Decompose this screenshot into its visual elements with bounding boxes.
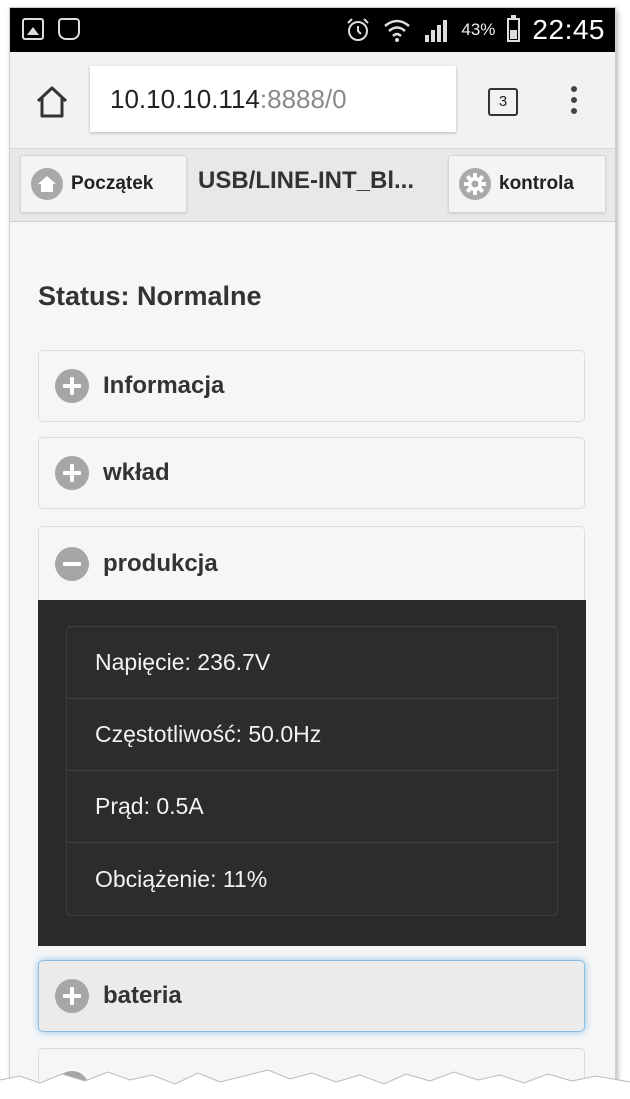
- address-bar[interactable]: 10.10.10.114:8888/0: [90, 66, 456, 132]
- battery-icon: [507, 15, 521, 42]
- notification-icons: [22, 18, 80, 40]
- output-load: Obciążenie: 11%: [95, 865, 268, 892]
- home-button-label: Początek: [71, 173, 154, 194]
- output-voltage: Napięcie: 236.7V: [67, 627, 557, 699]
- section-battery-label: bateria: [103, 982, 182, 1009]
- browser-toolbar: 10.10.10.114:8888/0 3: [10, 52, 615, 149]
- page-title: USB/LINE-INT_Bl...: [198, 167, 415, 194]
- plus-icon: [55, 456, 89, 490]
- browser-menu-icon[interactable]: [565, 86, 583, 118]
- home-button[interactable]: Początek: [20, 155, 187, 213]
- output-frequency: Częstotliwość: 50.0Hz: [67, 699, 557, 771]
- minus-icon: [55, 546, 89, 581]
- section-battery[interactable]: bateria: [38, 960, 585, 1032]
- browser-home-icon[interactable]: [32, 82, 72, 122]
- url-port-path: :8888/0: [259, 83, 347, 114]
- section-info-label: Informacja: [103, 372, 225, 399]
- torn-edge-decoration: [0, 1069, 630, 1099]
- clock: 22:45: [532, 14, 605, 45]
- output-panel: Napięcie: 236.7V Częstotliwość: 50.0Hz P…: [38, 600, 586, 946]
- section-input-label: wkład: [103, 459, 170, 486]
- section-output[interactable]: produkcja: [38, 526, 585, 600]
- section-output-label: produkcja: [103, 549, 218, 577]
- control-button-label: kontrola: [499, 173, 574, 194]
- gallery-notification-icon: [22, 18, 44, 40]
- plus-icon: [55, 979, 89, 1013]
- status-heading: Status: Normalne: [38, 281, 262, 311]
- alarm-icon: [347, 18, 370, 41]
- output-list: Napięcie: 236.7V Częstotliwość: 50.0Hz P…: [66, 626, 558, 916]
- wifi-icon: [384, 19, 411, 42]
- home-icon: [31, 168, 63, 200]
- plus-icon: [55, 369, 89, 403]
- output-current: Prąd: 0.5A: [67, 771, 557, 843]
- battery-percentage: 43%: [461, 20, 496, 39]
- status-bar: 43% 22:45: [10, 8, 615, 52]
- control-button[interactable]: kontrola: [448, 155, 606, 213]
- url-host: 10.10.10.114: [110, 83, 260, 114]
- section-input[interactable]: wkład: [38, 437, 585, 509]
- security-notification-icon: [58, 18, 80, 40]
- phone-screen: 43% 22:45 10.10.10.114:8888/0 3 Początek…: [10, 8, 615, 1099]
- system-indicators: 43% 22:45: [345, 14, 605, 46]
- section-info[interactable]: Informacja: [38, 350, 585, 422]
- app-header: Początek USB/LINE-INT_Bl... kontrola: [10, 149, 615, 222]
- tab-switcher-button[interactable]: 3: [488, 88, 518, 116]
- signal-icon: [425, 20, 448, 42]
- gear-icon: [459, 168, 491, 200]
